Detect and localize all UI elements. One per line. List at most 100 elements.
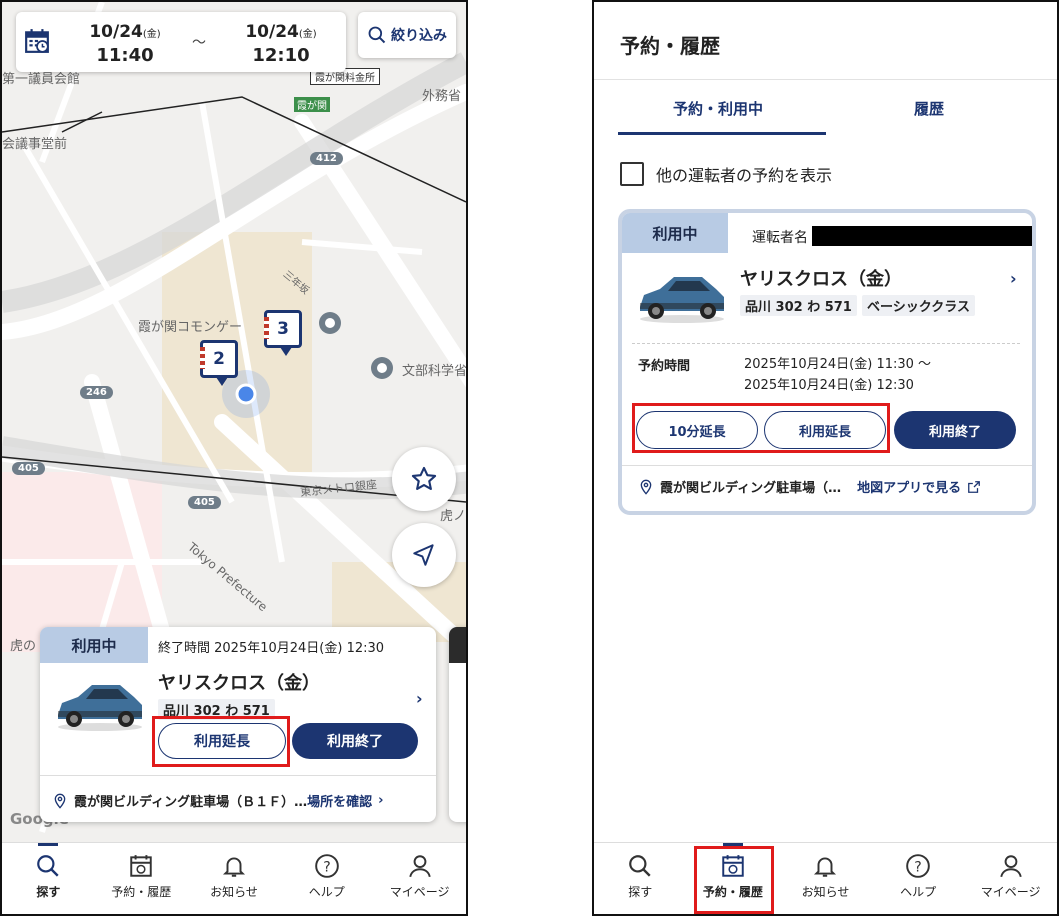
map-label: 虎の — [10, 639, 37, 654]
divider — [40, 775, 436, 776]
filter-button[interactable]: 絞り込み — [358, 12, 456, 58]
finish-button[interactable]: 利用終了 — [894, 411, 1016, 449]
tab-search[interactable]: 探す — [2, 843, 95, 914]
start-time: 11:40 — [96, 45, 154, 66]
tab-search[interactable]: 探す — [594, 843, 687, 914]
route-marker: 405 — [188, 496, 221, 509]
map-label: 霞が関 — [294, 97, 330, 112]
page-title: 予約・履歴 — [620, 34, 720, 58]
route-marker: 246 — [80, 386, 113, 399]
chevron-right-icon[interactable]: › — [416, 689, 423, 708]
search-icon — [629, 855, 651, 877]
external-link-icon — [968, 480, 981, 493]
navigation-arrow-icon — [413, 544, 434, 566]
tab-label: お知らせ — [801, 885, 850, 899]
pin-count: 3 — [277, 319, 289, 339]
tab-label: ヘルプ — [900, 885, 937, 899]
segment-tabs: 予約・利用中 履歴 — [618, 94, 1038, 136]
car-name: ヤリスクロス（金） — [740, 269, 902, 290]
end-dow: (金) — [298, 29, 317, 40]
tab-help[interactable]: ? ヘルプ — [280, 843, 373, 914]
svg-text:?: ? — [323, 859, 330, 875]
start-date: 10/24 — [89, 22, 143, 42]
reservations-screen: 予約・履歴 予約・利用中 履歴 他の運転者の予約を表示 利用中 運転者名 ヤリス… — [592, 0, 1059, 916]
driver-label: 運転者名 — [752, 230, 808, 246]
license-plate: 品川 302 わ 571 — [740, 295, 857, 316]
favorite-button[interactable] — [392, 447, 456, 511]
person-icon — [408, 855, 431, 878]
range-separator: 〜 — [192, 35, 206, 51]
map-screen: 第一議員会館 霞が関料金所 霞が関 外務省 会議事堂前 霞が関コモンゲー 文部科… — [0, 0, 468, 916]
location-row[interactable]: 霞が関ビルディング駐車場（Ｂ１Ｆ）… 場所を確認 › — [52, 791, 383, 810]
highlight-box — [152, 716, 290, 767]
map-label: 文部科学省 — [402, 364, 466, 379]
tab-label: 探す — [36, 885, 61, 899]
date-range-bar[interactable]: 10/24(金) 11:40 〜 10/24(金) 12:10 — [16, 12, 346, 72]
tab-label: 予約・履歴 — [111, 885, 172, 899]
redacted-driver-name — [812, 226, 1032, 246]
car-name: ヤリスクロス（金） — [158, 673, 320, 694]
tab-notifications[interactable]: お知らせ — [779, 843, 872, 914]
help-icon: ? — [906, 854, 930, 878]
tab-active-reservations[interactable]: 予約・利用中 — [673, 98, 763, 119]
route-marker: 412 — [310, 152, 343, 165]
reservation-time: 2025年10月24日(金) 11:30 〜 2025年10月24日(金) 12… — [744, 354, 931, 396]
start-dow: (金) — [142, 29, 161, 40]
station-pin[interactable]: 3 — [264, 310, 302, 356]
active-tab-indicator — [618, 132, 826, 135]
highlight-box — [694, 846, 774, 914]
car-class: ベーシッククラス — [862, 295, 975, 316]
end-time: 12:10 — [252, 45, 310, 66]
location-pin-icon — [640, 479, 652, 495]
time-end: 2025年10月24日(金) 12:30 — [744, 378, 914, 393]
header: 予約・履歴 — [594, 2, 1057, 80]
confirm-location-link[interactable]: 場所を確認 — [307, 791, 372, 810]
pin-count: 2 — [213, 349, 225, 369]
tab-mypage[interactable]: マイページ — [964, 843, 1057, 914]
location-pin-icon — [54, 793, 66, 809]
current-location-button[interactable] — [392, 523, 456, 587]
chevron-right-icon: › — [378, 793, 384, 808]
reservation-card[interactable]: 利用中 運転者名 ヤリスクロス（金） 品川 302 わ 571 ベーシッククラス… — [618, 209, 1036, 515]
time-label: 予約時間 — [638, 359, 691, 374]
bottom-tab-bar: 探す 予約・履歴 お知らせ ? ヘルプ マイページ — [594, 842, 1057, 914]
calendar-clock-icon — [25, 29, 49, 53]
map-label: 外務省 — [422, 89, 462, 104]
filter-label: 絞り込み — [391, 28, 447, 44]
search-icon — [37, 855, 59, 877]
status-badge: 利用中 — [622, 213, 728, 253]
show-other-drivers-checkbox[interactable]: 他の運転者の予約を表示 — [620, 162, 832, 186]
route-marker: 405 — [12, 462, 45, 475]
star-icon — [411, 466, 437, 490]
tab-history[interactable]: 履歴 — [914, 98, 944, 119]
tab-label: マイページ — [980, 885, 1041, 899]
start-datetime: 10/24(金) 11:40 — [82, 22, 168, 67]
divider — [632, 343, 1020, 344]
map-label: 虎ノ — [440, 509, 466, 524]
checkbox-label: 他の運転者の予約を表示 — [656, 166, 833, 185]
bell-icon — [814, 857, 837, 877]
tab-mypage[interactable]: マイページ — [373, 843, 466, 914]
car-image — [58, 685, 142, 731]
next-card-peek[interactable] — [449, 627, 466, 822]
time-start: 2025年10月24日(金) 11:30 〜 — [744, 357, 932, 372]
tab-label: マイページ — [389, 885, 450, 899]
tab-reservations[interactable]: 予約・履歴 — [95, 843, 188, 914]
location-name: 霞が関ビルディング駐車場（Ｂ１Ｆ）… — [74, 795, 308, 810]
tab-notifications[interactable]: お知らせ — [188, 843, 281, 914]
map-view[interactable]: 第一議員会館 霞が関料金所 霞が関 外務省 会議事堂前 霞が関コモンゲー 文部科… — [2, 2, 466, 844]
station-pin[interactable]: 2 — [200, 340, 238, 386]
tab-label: お知らせ — [210, 885, 258, 899]
end-date: 10/24 — [245, 22, 299, 42]
location-row: 霞が関ビルディング駐車場（… 地図アプリで見る — [638, 477, 981, 496]
tab-help[interactable]: ? ヘルプ — [872, 843, 965, 914]
location-name: 霞が関ビルディング駐車場（… — [660, 481, 842, 496]
svg-text:?: ? — [914, 859, 921, 875]
open-map-app-link[interactable]: 地図アプリで見る — [857, 477, 961, 496]
chevron-right-icon[interactable]: › — [1010, 269, 1017, 288]
checkbox[interactable] — [620, 162, 644, 186]
highlight-box — [632, 403, 890, 453]
car-image — [640, 277, 724, 323]
map-label: 霞が関コモンゲー — [138, 320, 243, 335]
finish-button[interactable]: 利用終了 — [292, 723, 418, 759]
